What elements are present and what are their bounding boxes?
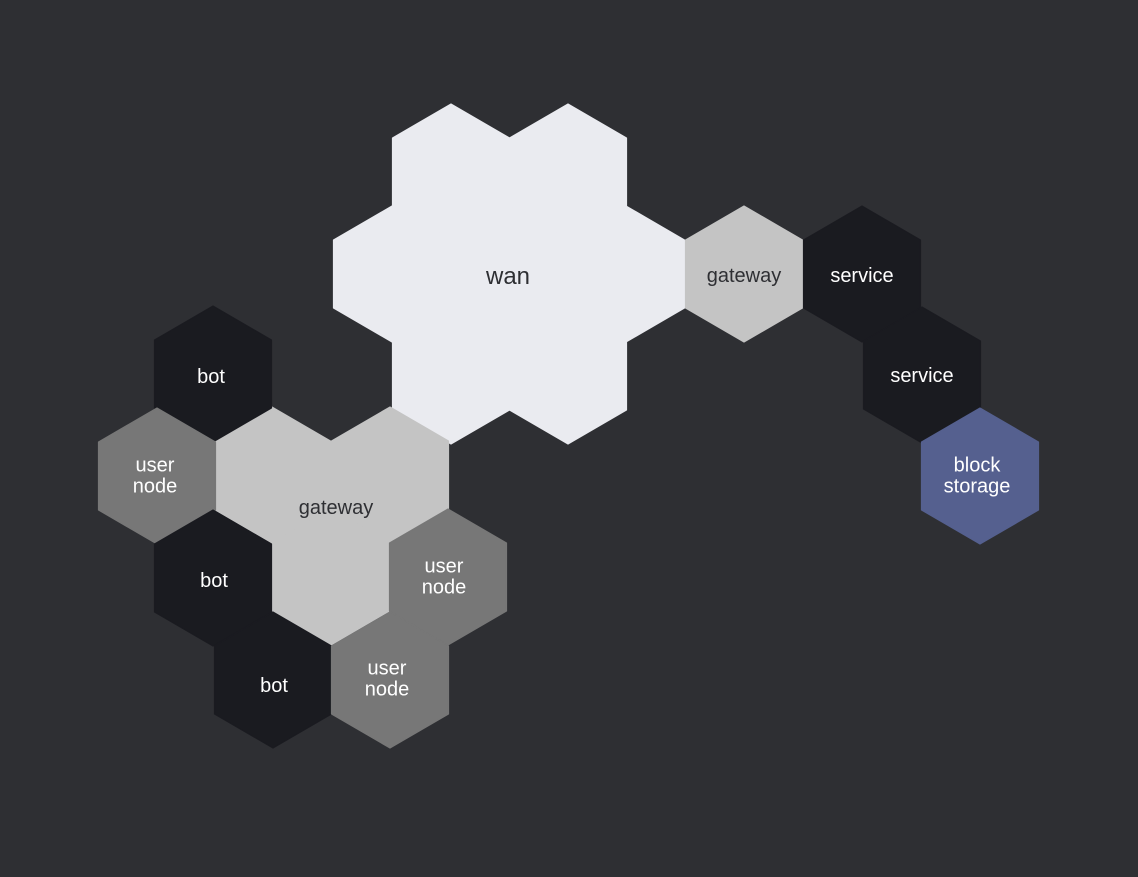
hex-label-line: storage	[944, 476, 1011, 498]
hex-label: bot	[200, 570, 228, 592]
hex-label-line: bot	[260, 675, 288, 697]
hex-node-wan: wan	[332, 103, 686, 445]
hex-label: wan	[485, 263, 530, 290]
hex-label-line: node	[365, 679, 410, 701]
hex-network-diagram: wan gateway service service block storage gate…	[97, 103, 1040, 749]
hex-label-line: wan	[485, 263, 530, 290]
hex-label: user node	[133, 455, 178, 498]
hex-label: gateway	[707, 265, 782, 287]
hex-label: service	[830, 265, 893, 287]
hex-label: bot	[197, 366, 225, 388]
hex-label: gateway	[299, 497, 374, 519]
hex-node-gateway-top: gateway	[684, 205, 804, 343]
hex-label-line: gateway	[299, 497, 374, 519]
hex-label-line: bot	[200, 570, 228, 592]
hex-label-line: gateway	[707, 265, 782, 287]
hex-label-line: node	[133, 476, 178, 498]
hex-label: user node	[365, 658, 410, 701]
hex-label: service	[890, 365, 953, 387]
hex-label-line: service	[890, 365, 953, 387]
hex-label: user node	[422, 556, 467, 599]
hex-label-line: node	[422, 577, 467, 599]
hex-label-line: user	[368, 658, 407, 680]
hex-label: bot	[260, 675, 288, 697]
hex-label: block storage	[944, 455, 1011, 498]
hex-label-line: block	[954, 455, 1002, 477]
hex-label-line: user	[136, 455, 175, 477]
hex-label-line: bot	[197, 366, 225, 388]
hex-label-line: service	[830, 265, 893, 287]
hex-label-line: user	[425, 556, 464, 578]
